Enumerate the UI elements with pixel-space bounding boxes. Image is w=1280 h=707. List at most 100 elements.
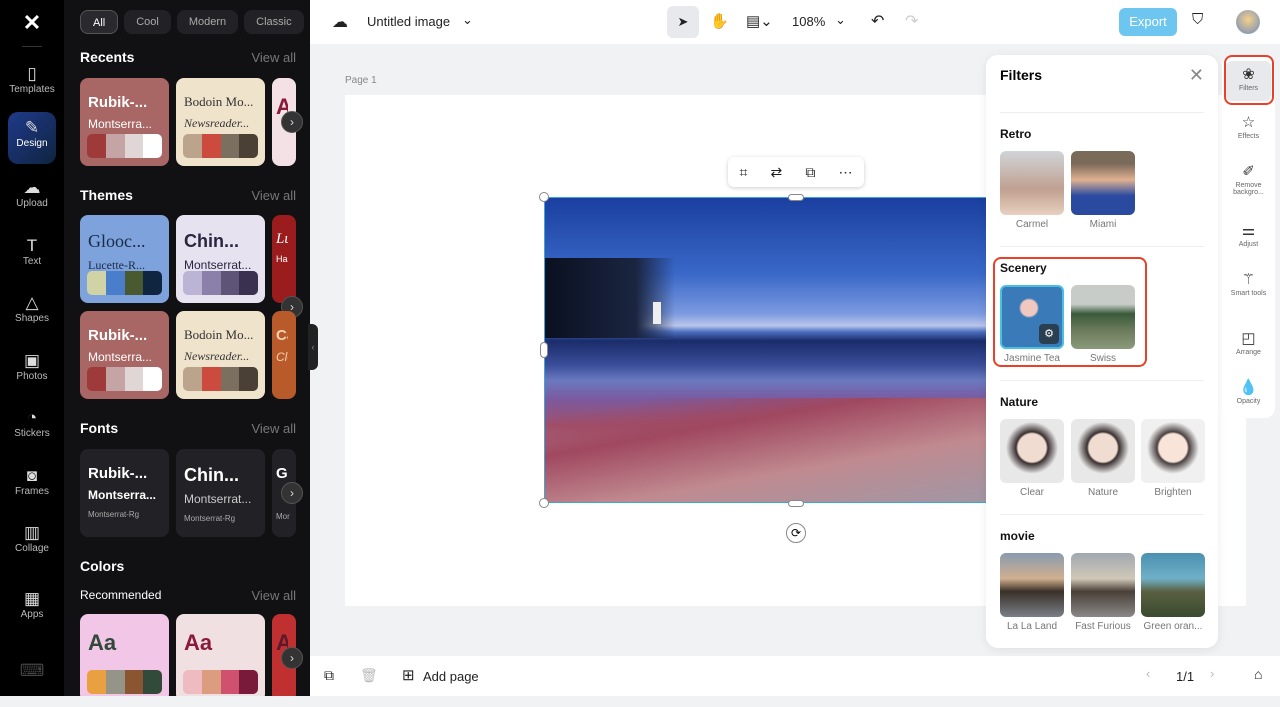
chevron-right-icon[interactable]: › <box>281 482 303 504</box>
filter-thumb-nature[interactable] <box>1071 419 1135 483</box>
more-icon[interactable]: ⋯ <box>838 164 852 181</box>
chip-modern[interactable]: Modern <box>177 10 238 34</box>
theme-card[interactable]: Glooc...Lucette-R... <box>80 215 169 303</box>
undo-icon[interactable]: ↶ <box>871 11 884 31</box>
card-font-name: Montserrat-Rg <box>184 514 257 523</box>
chevron-right-icon[interactable]: › <box>281 647 303 669</box>
collage-icon: ▥ <box>8 523 56 543</box>
rail-item-stickers[interactable]: ◔Stickers <box>8 402 56 454</box>
filters-title: Filters <box>1000 67 1042 83</box>
apps-icon: ▦ <box>8 589 56 609</box>
view-all-link[interactable]: View all <box>251 421 296 436</box>
tool-opacity[interactable]: 💧Opacity <box>1226 378 1271 405</box>
prev-page-icon[interactable]: ‹ <box>1146 666 1150 681</box>
recent-card[interactable]: Bodoin Mo...Newsreader... <box>176 78 265 166</box>
resize-handle[interactable] <box>788 194 804 201</box>
select-tool-icon[interactable]: ➤ <box>667 6 699 38</box>
next-page-icon[interactable]: › <box>1210 666 1214 681</box>
photos-icon: ▣ <box>8 351 56 371</box>
duplicate-page-icon[interactable]: ⧉ <box>324 667 334 684</box>
resize-handle[interactable] <box>539 498 549 508</box>
rail-item-upload[interactable]: ☁Upload <box>8 172 56 224</box>
filter-thumb-miami[interactable] <box>1071 151 1135 215</box>
chip-all[interactable]: All <box>80 10 118 34</box>
tool-adjust[interactable]: ⚌Adjust <box>1226 221 1271 248</box>
tool-smart-tools[interactable]: ⚚Smart tools <box>1226 270 1271 297</box>
theme-card[interactable]: CaCle <box>272 311 296 399</box>
hand-tool-icon[interactable]: ✋ <box>710 12 729 30</box>
redo-icon[interactable]: ↷ <box>905 11 918 31</box>
rail-item-collage[interactable]: ▥Collage <box>8 517 56 569</box>
resize-handle[interactable] <box>539 192 549 202</box>
font-card[interactable]: Chin...Montserrat...Montserrat-Rg <box>176 449 265 537</box>
collapse-panel-handle[interactable]: ‹ <box>308 324 318 370</box>
pages-panel-icon[interactable]: ⌂ <box>1254 666 1262 682</box>
shield-icon[interactable]: ⛉ <box>1192 11 1203 28</box>
rail-item-frames[interactable]: ◙Frames <box>8 460 56 512</box>
tool-effects[interactable]: ☆Effects <box>1226 113 1271 140</box>
theme-card[interactable]: Rubik-...Montserra... <box>80 311 169 399</box>
tool-arrange[interactable]: ◰Arrange <box>1226 329 1271 356</box>
close-icon[interactable]: ✕ <box>1189 65 1204 86</box>
keyboard-shortcuts-button[interactable]: ⌨ <box>8 655 56 707</box>
filter-thumb-clear[interactable] <box>1000 419 1064 483</box>
capcut-logo-icon[interactable]: ✕ <box>20 10 44 34</box>
card-title: Chin... <box>184 231 257 252</box>
filter-thumb-fast-furious[interactable] <box>1071 553 1135 617</box>
divider <box>1000 514 1204 515</box>
tool-remove-background[interactable]: ✐Remove backgro... <box>1226 162 1271 196</box>
card-title: Rubik-... <box>88 465 161 482</box>
filter-thumb-green-orange[interactable] <box>1141 553 1205 617</box>
filter-thumb-carmel[interactable] <box>1000 151 1064 215</box>
rail-item-design[interactable]: ✎Design <box>8 112 56 164</box>
label: Apps <box>21 609 44 620</box>
recent-card[interactable]: Rubik-...Montserra... <box>80 78 169 166</box>
resize-handle[interactable] <box>788 500 804 507</box>
chip-classic[interactable]: Classic <box>244 10 303 34</box>
color-card[interactable]: Aa <box>176 614 265 696</box>
zoom-level[interactable]: 108% <box>792 14 825 29</box>
view-all-link[interactable]: View all <box>251 50 296 65</box>
lighthouse <box>653 302 661 324</box>
filter-thumb-la-la-land[interactable] <box>1000 553 1064 617</box>
view-all-link[interactable]: View all <box>251 588 296 603</box>
layout-icon[interactable]: ▤⌄ <box>746 12 773 30</box>
rail-item-text[interactable]: TText <box>8 230 56 282</box>
effects-icon: ☆ <box>1226 113 1271 131</box>
rail-item-shapes[interactable]: △Shapes <box>8 287 56 339</box>
card-subtitle: Newsreader... <box>184 349 257 364</box>
recents-heading: Recents <box>80 49 134 65</box>
delete-icon[interactable]: 🗑 <box>360 667 378 684</box>
chevron-down-icon[interactable]: ⌄ <box>462 12 473 28</box>
card-title: Lu <box>276 231 288 248</box>
rail-item-apps[interactable]: ▦Apps <box>8 583 56 635</box>
crop-icon[interactable]: ⌗ <box>740 164 748 181</box>
document-title[interactable]: Untitled image <box>367 14 450 29</box>
chip-cool[interactable]: Cool <box>124 10 171 34</box>
rotate-icon[interactable]: ⟳ <box>786 523 806 543</box>
rail-item-templates[interactable]: ▯Templates <box>8 58 56 110</box>
label: Text <box>23 256 41 267</box>
rail-item-photos[interactable]: ▣Photos <box>8 345 56 397</box>
chevron-right-icon[interactable]: › <box>281 111 303 133</box>
cloud-icon[interactable]: ☁ <box>332 12 348 32</box>
add-page-icon[interactable]: ⊞ <box>402 666 415 684</box>
duplicate-icon[interactable]: ⧉ <box>805 164 815 181</box>
add-page-button[interactable]: Add page <box>423 669 479 684</box>
avatar[interactable] <box>1236 10 1260 34</box>
filter-thumb-brighten[interactable] <box>1141 419 1205 483</box>
label: Opacity <box>1237 398 1261 405</box>
resize-handle[interactable] <box>540 342 548 358</box>
color-card[interactable]: Aa <box>80 614 169 696</box>
export-button[interactable]: Export <box>1119 8 1177 36</box>
pebbles <box>545 398 1048 503</box>
card-title: Rubik-... <box>88 94 161 111</box>
font-card[interactable]: Rubik-...Montserra...Montserrat-Rg <box>80 449 169 537</box>
chevron-down-icon[interactable]: ⌄ <box>835 12 846 28</box>
theme-card[interactable]: Chin...Montserrat... <box>176 215 265 303</box>
replace-icon[interactable]: ⇄ <box>771 164 783 181</box>
selected-image[interactable] <box>544 197 1048 503</box>
theme-card[interactable]: Bodoin Mo...Newsreader... <box>176 311 265 399</box>
theme-card[interactable]: LuHas <box>272 215 296 303</box>
view-all-link[interactable]: View all <box>251 188 296 203</box>
